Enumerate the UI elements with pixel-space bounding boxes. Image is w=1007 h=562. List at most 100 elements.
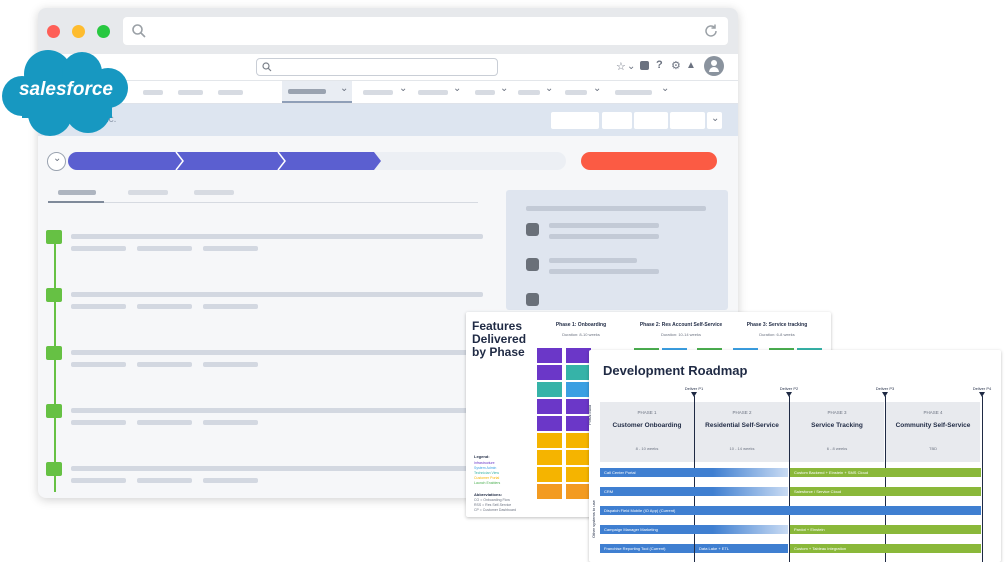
feature-tile (537, 433, 562, 448)
close-window-button[interactable] (47, 25, 60, 38)
header-action-button[interactable] (602, 112, 632, 129)
roadmap-bar: Custom + Tableau integration (790, 544, 981, 553)
milestone-label: Deliver P4 (972, 386, 992, 391)
nav-bar: ⌄ ⌄ ⌄ ⌄ ⌄ ⌄ ⌄ (38, 80, 738, 105)
feature-tile (566, 382, 591, 397)
gear-icon[interactable]: ⚙ (671, 59, 681, 72)
activity-item[interactable] (46, 462, 496, 483)
activity-item[interactable] (46, 404, 496, 425)
phase-duration: Duration: 8-10 weeks (562, 332, 600, 337)
roadmap-bar-label: Call Center Portal (604, 470, 636, 475)
header-action-button[interactable] (634, 112, 668, 129)
phase-duration: TBD (929, 446, 937, 451)
roadmap-bar-label: Pardot + Einstein (794, 527, 825, 532)
panel-icon (526, 223, 539, 236)
activity-item[interactable] (46, 230, 496, 251)
phase-box: PHASE 3 Service Tracking 6 - 8 weeks (790, 402, 884, 462)
roadmap-bar-label: Dispatch Field Mobile (IO App) (Current) (604, 508, 676, 513)
side-label: Other systems to use (591, 500, 596, 538)
tab[interactable] (128, 190, 168, 195)
roadmap-bar-label: Custom + Tableau integration (794, 546, 847, 551)
phase-duration: 10 - 14 weeks (729, 446, 755, 451)
feature-tile (566, 365, 591, 380)
feature-tile (566, 416, 591, 431)
avatar[interactable] (704, 56, 724, 76)
legend-title: Legend: (474, 454, 490, 459)
phase-header: Phase 1: Onboarding (555, 322, 607, 328)
milestone-label: Deliver P3 (875, 386, 895, 391)
phase-number: PHASE 2 (732, 410, 752, 415)
header-menu-button[interactable]: ⌄ (707, 112, 722, 129)
search-icon (262, 62, 272, 72)
abbrev-title: Abbreviations: (474, 492, 503, 497)
feature-tile (537, 416, 562, 431)
nav-item[interactable] (363, 90, 393, 95)
phase-duration: Duration: 10-14 weeks (660, 332, 702, 337)
feature-tile (537, 399, 562, 414)
roadmap-bar-label: Salesforce / Service Cloud (794, 489, 842, 494)
favorites-icon[interactable]: ☆ (616, 60, 626, 73)
roadmap-title: Development Roadmap (603, 363, 748, 378)
features-title: Features Delivered by Phase (472, 319, 527, 359)
reload-icon[interactable] (703, 23, 719, 39)
nav-item[interactable] (178, 90, 203, 95)
global-search-input[interactable] (256, 58, 498, 76)
feature-tile (566, 484, 591, 499)
task-icon (46, 288, 62, 302)
feature-tile (566, 450, 591, 465)
side-panel (506, 190, 728, 310)
roadmap-bar: Salesforce / Service Cloud (790, 487, 981, 496)
nav-item[interactable] (418, 90, 448, 95)
nav-item[interactable] (565, 90, 587, 95)
task-icon (46, 346, 62, 360)
roadmap-bar-label: Custom Backend + Einstein + SMS Cloud (794, 470, 869, 475)
app-header: ☆ ⌄ ? ⚙ ▲ (38, 54, 738, 80)
legend-item: Technician View (474, 471, 500, 475)
phase-duration: 6 - 8 weeks (826, 446, 848, 451)
header-action-button[interactable] (670, 112, 705, 129)
phase-box: PHASE 1 Customer Onboarding 8 - 10 weeks (600, 402, 694, 462)
roadmap-bar-label: Campaign Manager Marketing (604, 527, 658, 532)
phase-duration: Duration: 6-8 weeks (759, 332, 795, 337)
record-tabs (48, 184, 478, 203)
legend-item: System Admin (474, 466, 497, 470)
tab[interactable] (194, 190, 234, 195)
minimize-window-button[interactable] (72, 25, 85, 38)
nav-item[interactable] (218, 90, 243, 95)
address-bar[interactable] (123, 17, 728, 45)
milestone-label: Deliver P1 (684, 386, 704, 391)
bell-icon[interactable]: ▲ (686, 60, 696, 71)
nav-item[interactable] (518, 90, 540, 95)
roadmap-bar: Pardot + Einstein (790, 525, 981, 534)
phase-header: Phase 2: Res Account Self-Service (639, 322, 723, 328)
salesforce-logo: salesforce (0, 44, 132, 140)
milestone-line (982, 396, 983, 562)
feature-tile (537, 450, 562, 465)
path-toggle-button[interactable]: ⌄ (47, 152, 66, 171)
mark-complete-button[interactable] (581, 152, 717, 170)
roadmap-bar: CRM (600, 487, 788, 496)
add-icon[interactable] (640, 61, 649, 70)
record-header: e Inc. ⌄ (38, 104, 738, 136)
phase-duration: 8 - 10 weeks (635, 446, 659, 451)
nav-item[interactable] (615, 90, 652, 95)
chevron-down-icon[interactable]: ⌄ (627, 62, 635, 72)
tab-active[interactable] (48, 184, 104, 203)
abbrev-item: CO = Onboarding Flow (474, 498, 510, 502)
nav-item[interactable] (143, 90, 163, 95)
roadmap-bar: Call Center Portal (600, 468, 788, 477)
phase-number: PHASE 4 (923, 410, 943, 415)
feature-tile (566, 433, 591, 448)
header-action-button[interactable] (551, 112, 599, 129)
help-icon[interactable]: ? (656, 59, 663, 71)
nav-item-active[interactable]: ⌄ (282, 81, 352, 103)
maximize-window-button[interactable] (97, 25, 110, 38)
activity-item[interactable] (46, 346, 496, 367)
activity-item[interactable] (46, 288, 496, 309)
nav-item[interactable] (475, 90, 495, 95)
feature-tile (537, 484, 562, 499)
roadmap-bar: Campaign Manager Marketing (600, 525, 788, 534)
roadmap-card: Development Roadmap Deliver P1 Deliver P2… (589, 350, 1001, 562)
legend-item: Launch Enablers (474, 481, 501, 485)
legend-item: Infrastructure (474, 461, 495, 465)
